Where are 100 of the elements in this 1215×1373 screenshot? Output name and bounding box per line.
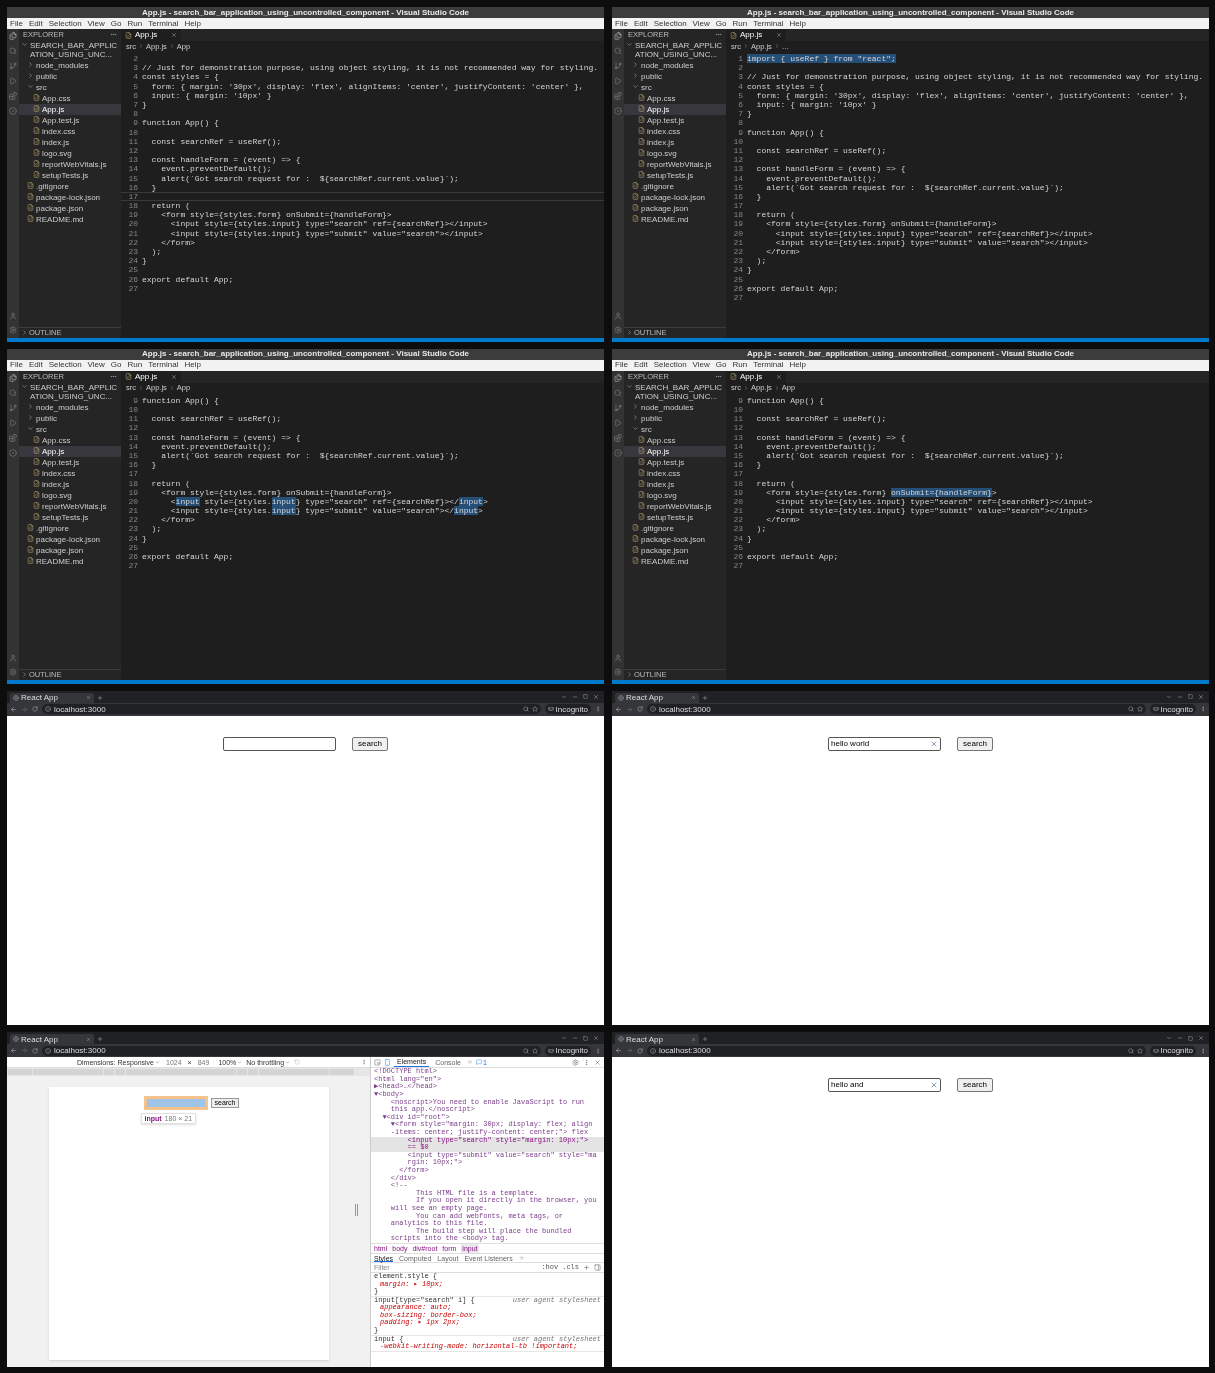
- tree-item[interactable]: package-lock.json: [19, 533, 121, 545]
- close-icon[interactable]: [593, 693, 599, 700]
- minimize-icon[interactable]: [1177, 693, 1183, 700]
- menu-item[interactable]: Selection: [48, 360, 82, 371]
- tree-item[interactable]: App.js: [19, 104, 121, 115]
- play-icon[interactable]: [9, 77, 17, 85]
- play-icon[interactable]: [9, 418, 17, 427]
- close-icon[interactable]: [86, 695, 91, 700]
- files-icon[interactable]: [9, 32, 17, 40]
- search-icon[interactable]: [9, 47, 17, 55]
- star-icon[interactable]: [1136, 706, 1143, 712]
- tree-item[interactable]: index.js: [19, 137, 121, 148]
- menu-item[interactable]: Run: [732, 18, 748, 29]
- close-icon[interactable]: [691, 695, 696, 700]
- close-icon[interactable]: [593, 1035, 599, 1042]
- menu-item[interactable]: File: [615, 360, 628, 371]
- chevron-down-icon[interactable]: [1166, 693, 1172, 700]
- tree-item[interactable]: App.test.js: [19, 115, 121, 126]
- back-icon[interactable]: [615, 705, 622, 713]
- chevron-down-icon[interactable]: [561, 1035, 567, 1042]
- clear-icon[interactable]: [930, 739, 938, 748]
- tree-item[interactable]: index.js: [624, 137, 726, 148]
- tree-item[interactable]: index.css: [624, 467, 726, 479]
- tree-item[interactable]: node_modules: [19, 60, 121, 71]
- branch-icon[interactable]: [9, 403, 17, 412]
- close-icon[interactable]: [594, 1058, 601, 1066]
- tree-item[interactable]: index.js: [624, 478, 726, 490]
- tree-item[interactable]: README.md: [19, 214, 121, 225]
- address-bar[interactable]: localhost:3000: [42, 704, 541, 714]
- profile-badge[interactable]: Incognito: [544, 704, 591, 714]
- browser-tab[interactable]: React App: [615, 692, 699, 703]
- settings-icon[interactable]: [572, 1058, 579, 1066]
- editor-tab[interactable]: App.js: [121, 29, 181, 41]
- tree-item[interactable]: package-lock.json: [624, 192, 726, 203]
- tree-item[interactable]: App.css: [19, 434, 121, 446]
- menu-item[interactable]: File: [10, 18, 23, 29]
- tree-item[interactable]: App.css: [19, 93, 121, 104]
- browser-tab[interactable]: React App: [615, 1034, 699, 1045]
- tree-item[interactable]: src: [624, 82, 726, 93]
- editor-tab[interactable]: App.js: [726, 29, 786, 41]
- menu-item[interactable]: Terminal: [148, 18, 179, 29]
- menu-item[interactable]: Terminal: [753, 18, 784, 29]
- menu-icon[interactable]: [595, 706, 601, 712]
- tree-item[interactable]: logo.svg: [19, 148, 121, 159]
- tree-item[interactable]: App.css: [624, 93, 726, 104]
- close-icon[interactable]: [1198, 693, 1204, 700]
- extensions-icon[interactable]: [9, 92, 17, 100]
- inspect-icon[interactable]: [374, 1058, 381, 1066]
- menu-icon[interactable]: [595, 1047, 601, 1054]
- menu-item[interactable]: Help: [789, 18, 806, 29]
- tree-item[interactable]: App.test.js: [624, 456, 726, 468]
- tree-item[interactable]: SEARCH_BAR_APPLICATION_USING_UNC...: [19, 40, 121, 60]
- tree-item[interactable]: public: [19, 412, 121, 424]
- more-tabs-icon[interactable]: [466, 1059, 473, 1066]
- star-icon[interactable]: [531, 1047, 538, 1054]
- browser-tab[interactable]: React App: [10, 692, 94, 703]
- tree-item[interactable]: logo.svg: [19, 489, 121, 501]
- close-icon[interactable]: [776, 373, 782, 380]
- tree-item[interactable]: package.json: [19, 203, 121, 214]
- add-rule-icon[interactable]: [583, 1263, 590, 1271]
- tree-item[interactable]: README.md: [19, 555, 121, 567]
- menu-item[interactable]: View: [692, 18, 710, 29]
- tree-item[interactable]: reportWebVitals.js: [19, 500, 121, 512]
- minimize-icon[interactable]: [572, 1035, 578, 1042]
- reload-icon[interactable]: [32, 1047, 38, 1054]
- menu-item[interactable]: File: [10, 360, 23, 371]
- settings-icon[interactable]: [614, 325, 622, 334]
- maximize-icon[interactable]: [1188, 694, 1193, 699]
- new-tab-icon[interactable]: [702, 1036, 708, 1043]
- address-bar[interactable]: localhost:3000: [42, 1045, 541, 1056]
- close-icon[interactable]: [171, 32, 177, 38]
- menu-item[interactable]: Run: [732, 360, 748, 371]
- menu-item[interactable]: Selection: [48, 18, 82, 29]
- tree-item[interactable]: App.test.js: [624, 115, 726, 126]
- branch-icon[interactable]: [614, 62, 622, 70]
- maximize-icon[interactable]: [583, 1035, 588, 1041]
- tree-item[interactable]: index.css: [624, 126, 726, 137]
- menu-icon[interactable]: [1200, 1047, 1206, 1054]
- tree-item[interactable]: App.js: [624, 445, 726, 457]
- account-icon[interactable]: [9, 653, 17, 662]
- files-icon[interactable]: [614, 373, 622, 382]
- tree-item[interactable]: package.json: [624, 544, 726, 556]
- tree-item[interactable]: SEARCH_BAR_APPLICATION_USING_UNC...: [19, 381, 121, 402]
- address-bar[interactable]: localhost:3000: [647, 1045, 1146, 1056]
- forward-icon[interactable]: [626, 1047, 633, 1055]
- profile-badge[interactable]: Incognito: [1149, 1045, 1196, 1056]
- tree-item[interactable]: SEARCH_BAR_APPLICATION_USING_UNC...: [624, 40, 726, 60]
- tree-item[interactable]: package.json: [19, 544, 121, 556]
- tree-item[interactable]: setupTests.js: [19, 511, 121, 523]
- search-field[interactable]: [223, 736, 336, 751]
- address-bar[interactable]: localhost:3000: [647, 704, 1146, 714]
- menu-item[interactable]: Terminal: [148, 360, 179, 371]
- resize-handle[interactable]: [355, 1204, 358, 1217]
- menu-item[interactable]: Help: [184, 360, 201, 371]
- maximize-icon[interactable]: [583, 694, 588, 699]
- tree-item[interactable]: package-lock.json: [624, 533, 726, 545]
- tree-item[interactable]: reportWebVitals.js: [624, 500, 726, 512]
- menu-item[interactable]: Go: [715, 360, 727, 371]
- extensions-icon[interactable]: [614, 92, 622, 100]
- tree-item[interactable]: node_modules: [19, 401, 121, 413]
